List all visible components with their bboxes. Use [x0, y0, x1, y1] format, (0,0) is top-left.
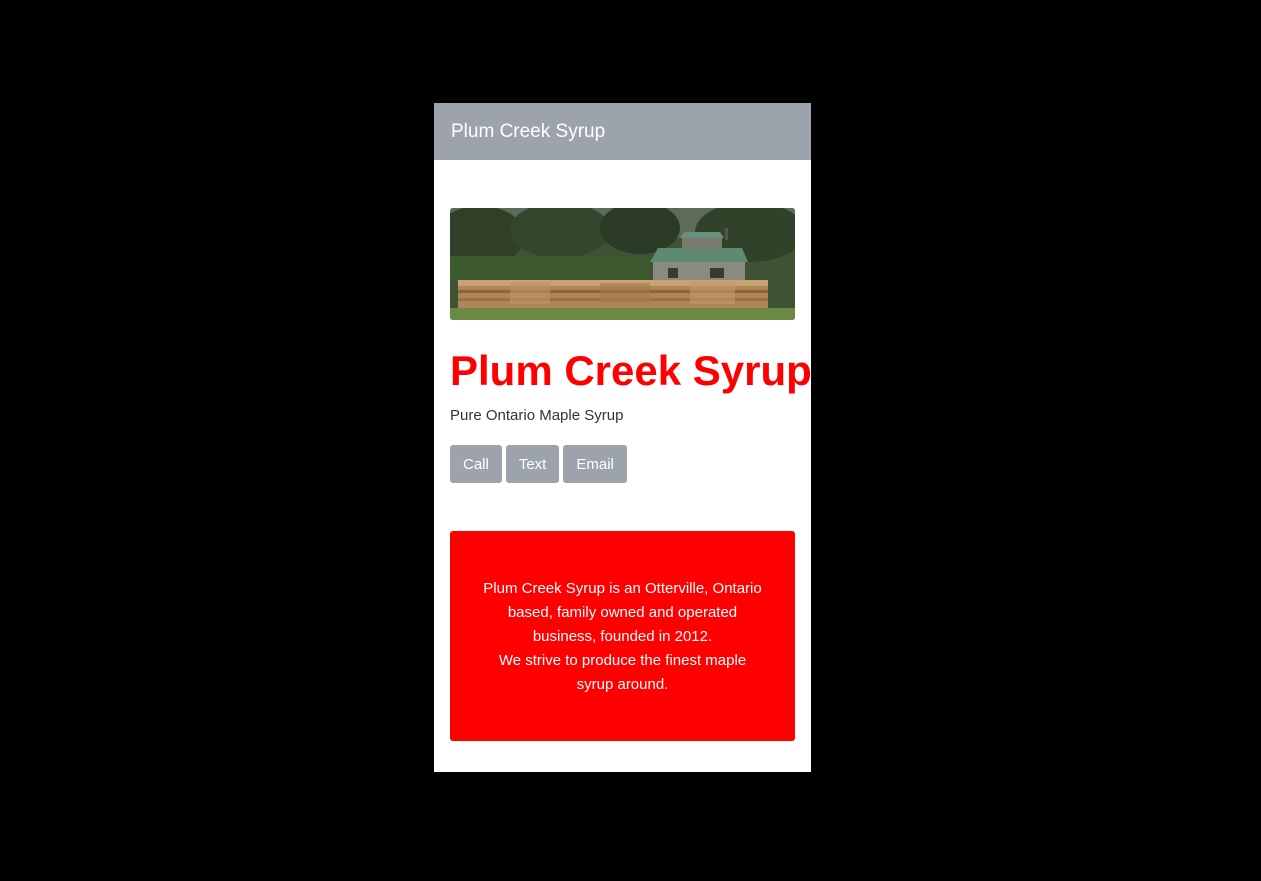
navbar: Plum Creek Syrup	[434, 103, 811, 160]
about-text-line-1: Plum Creek Syrup is an Otterville, Ontar…	[483, 580, 762, 645]
text-button[interactable]: Text	[505, 445, 560, 483]
about-card: Plum Creek Syrup is an Otterville, Ontar…	[450, 531, 795, 741]
email-button[interactable]: Email	[563, 445, 627, 483]
contact-button-group: Call Text Email	[450, 445, 795, 483]
page-subtitle: Pure Ontario Maple Syrup	[450, 407, 624, 424]
navbar-brand[interactable]: Plum Creek Syrup	[451, 121, 605, 143]
about-text-line-2: We strive to produce the finest maple sy…	[498, 652, 747, 693]
page-title: Plum Creek Syrup	[450, 347, 811, 394]
hero-image	[450, 208, 795, 320]
call-button[interactable]: Call	[450, 445, 502, 483]
main-content: Plum Creek Syrup Pure Ontario Maple Syru…	[434, 160, 811, 741]
mobile-viewport: Plum Creek Syrup Plum Creek Syrup Pure O…	[434, 103, 811, 772]
